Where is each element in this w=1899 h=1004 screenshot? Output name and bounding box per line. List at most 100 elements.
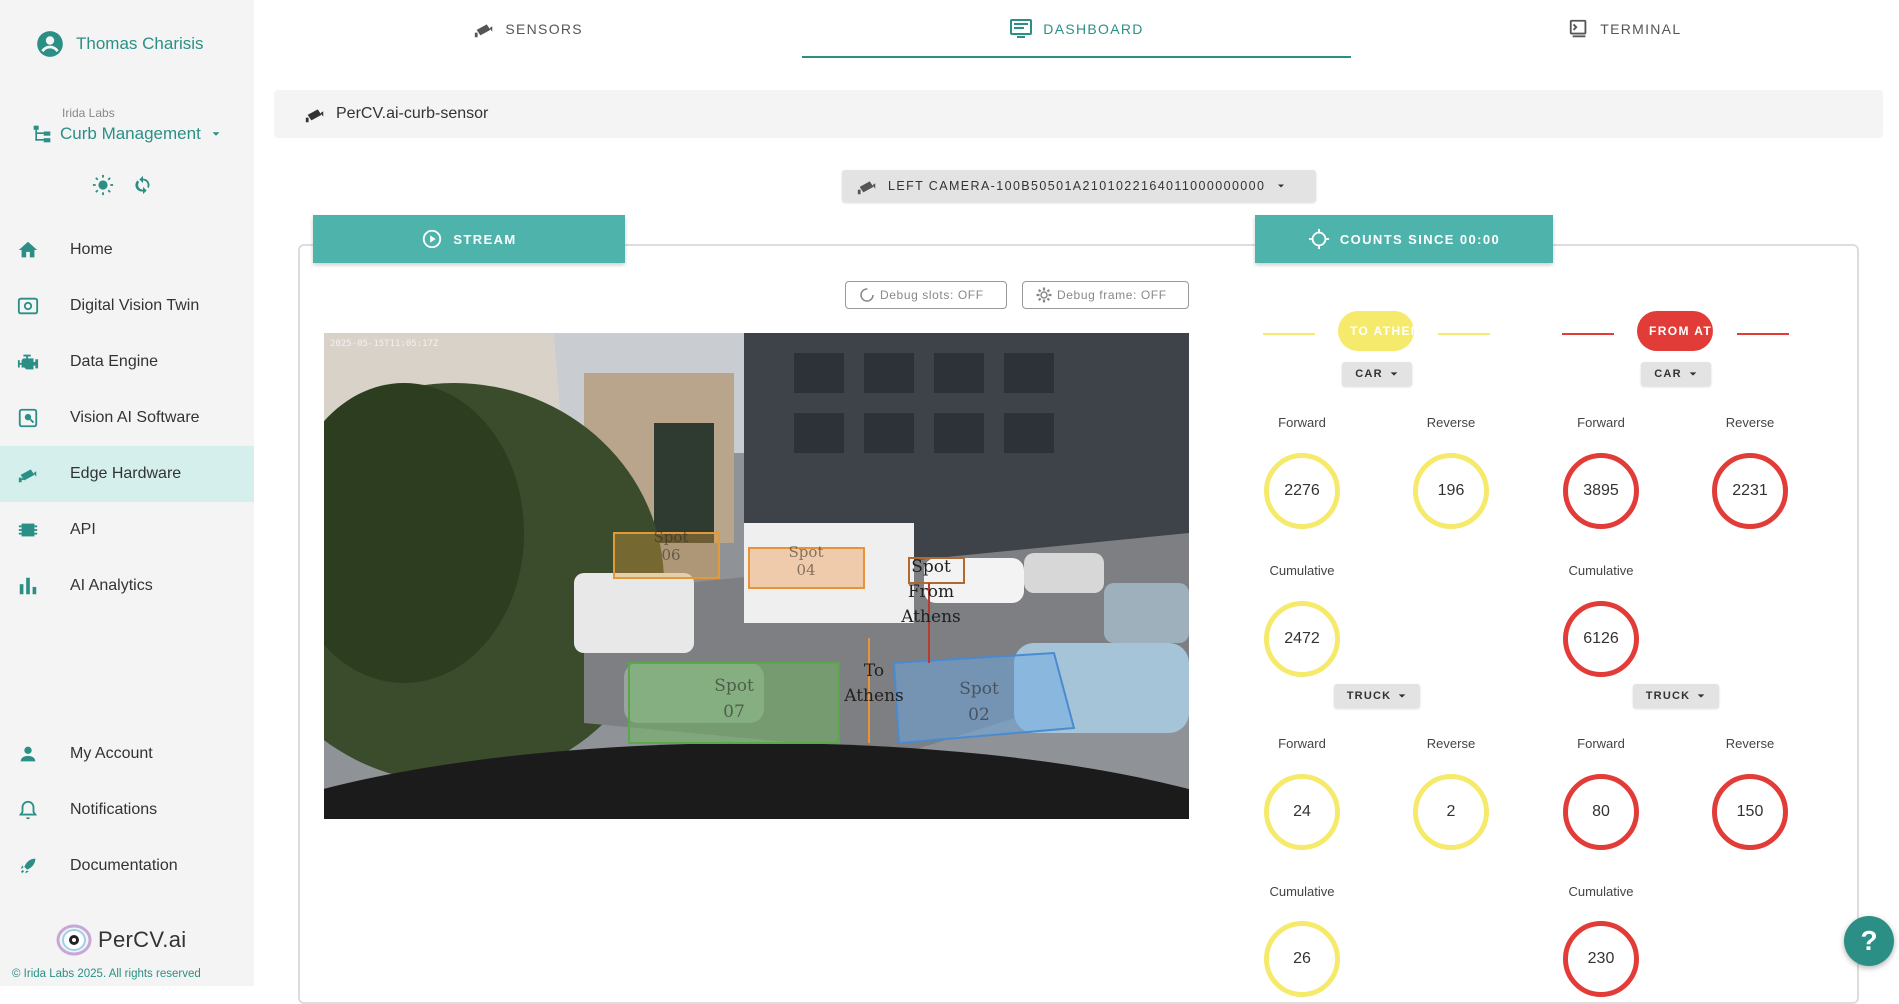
debug-frame-toggle[interactable]: Debug frame: OFF xyxy=(1022,281,1189,309)
org-tree-icon xyxy=(33,125,51,143)
account-circle-icon xyxy=(37,31,63,57)
org-label: Irida Labs xyxy=(62,106,115,120)
cctv-camera-icon xyxy=(857,181,876,195)
nav-item-digital-twin[interactable]: Digital Vision Twin xyxy=(0,278,254,334)
spot-04-label: Spot 04 xyxy=(788,543,824,579)
stream-timestamp: 2025-05-15T11:05:17Z xyxy=(330,339,439,349)
nav-item-home[interactable]: Home xyxy=(0,222,254,278)
nav-label: Notifications xyxy=(70,801,158,818)
cumulative-label: Cumulative xyxy=(1568,884,1634,899)
org-selector[interactable]: Curb Management xyxy=(32,124,223,144)
to-car-reverse-count: 196 xyxy=(1413,453,1489,529)
nav-label: Data Engine xyxy=(70,353,159,370)
from-truck-reverse-count: 150 xyxy=(1712,774,1788,850)
counts-button[interactable]: COUNTS SINCE 00:00 xyxy=(1255,215,1553,263)
nav-item-data-engine[interactable]: Data Engine xyxy=(0,334,254,390)
nav-item-notifications[interactable]: Notifications xyxy=(0,782,254,838)
reverse-label: Reverse xyxy=(1725,415,1775,430)
to-truck-reverse-count: 2 xyxy=(1413,774,1489,850)
bar-chart-icon xyxy=(19,577,37,595)
spot-07-label: Spot 07 xyxy=(714,676,754,722)
nav-label: Documentation xyxy=(70,857,178,874)
to-car-forward-count: 2276 xyxy=(1264,453,1340,529)
cctv-camera-icon xyxy=(305,109,324,123)
vision-ai-icon xyxy=(18,408,38,428)
nav-item-api[interactable]: API xyxy=(0,502,254,558)
to-line-left xyxy=(1263,333,1315,335)
from-car-cumulative-count: 6126 xyxy=(1563,601,1639,677)
spot-06-label: Spot 06 xyxy=(653,528,689,564)
debug-slots-toggle[interactable]: Debug slots: OFF xyxy=(845,281,1007,309)
to-truck-class-select[interactable]: TRUCK xyxy=(1334,684,1420,708)
help-button[interactable]: ? xyxy=(1844,916,1894,966)
copyright: © Irida Labs 2025. All rights reserved xyxy=(12,968,201,980)
from-truck-forward-count: 80 xyxy=(1563,774,1639,850)
nav-item-vision-ai[interactable]: Vision AI Software xyxy=(0,390,254,446)
sensor-name: PerCV.ai-curb-sensor xyxy=(336,105,489,122)
to-truck-forward-count: 24 xyxy=(1264,774,1340,850)
class-label: CAR xyxy=(1355,368,1383,380)
to-direction-pill: TO ATHENS xyxy=(1338,311,1414,351)
nav-label: Home xyxy=(70,241,113,258)
percv-eye-icon xyxy=(56,924,92,956)
from-line-right xyxy=(1737,333,1789,335)
home-icon xyxy=(18,241,38,258)
to-athens-label: To Athens xyxy=(844,661,904,706)
org-name: Curb Management xyxy=(60,124,201,143)
counts-button-label: COUNTS SINCE 00:00 xyxy=(1339,231,1501,247)
tab-sensors[interactable]: SENSORS xyxy=(254,0,802,58)
terminal-icon xyxy=(1570,19,1587,38)
cumulative-label: Cumulative xyxy=(1568,563,1634,578)
camera-stream: 2025-05-15T11:05:17Z Spot 06 Spot 04 Spo… xyxy=(324,333,1189,819)
tab-dashboard[interactable]: DASHBOARD xyxy=(802,0,1351,58)
theme-toggle-icon[interactable] xyxy=(92,174,114,196)
nav-label: API xyxy=(70,521,96,538)
reverse-label: Reverse xyxy=(1426,736,1476,751)
class-label: CAR xyxy=(1654,368,1682,380)
debug-slots-label: Debug slots: OFF xyxy=(880,288,984,302)
user-name: Thomas Charisis xyxy=(76,34,204,53)
chevron-down-icon xyxy=(1278,184,1285,188)
forward-label: Forward xyxy=(1278,415,1326,430)
cctv-camera-icon xyxy=(475,24,493,38)
user-profile[interactable]: Thomas Charisis xyxy=(36,30,204,58)
refresh-icon[interactable] xyxy=(132,174,154,196)
stream-button-label: STREAM xyxy=(453,231,517,247)
chevron-down-icon xyxy=(1398,694,1406,698)
digital-twin-icon xyxy=(17,297,39,315)
nav-label: My Account xyxy=(70,745,153,762)
forward-label: Forward xyxy=(1577,415,1625,430)
from-car-class-select[interactable]: CAR xyxy=(1641,362,1711,386)
reverse-label: Reverse xyxy=(1426,415,1476,430)
nav-item-edge-hardware[interactable]: Edge Hardware xyxy=(0,446,254,502)
camera-select[interactable]: LEFT CAMERA-100B50501A210102216401100000… xyxy=(842,170,1316,202)
nav-label: Edge Hardware xyxy=(70,465,182,482)
tab-terminal[interactable]: TERMINAL xyxy=(1351,0,1899,58)
stream-button[interactable]: STREAM xyxy=(313,215,625,263)
engine-icon xyxy=(17,354,39,370)
to-car-cumulative-count: 2472 xyxy=(1264,601,1340,677)
to-line-right xyxy=(1438,333,1490,335)
from-line-left xyxy=(1562,333,1614,335)
nav-label: Vision AI Software xyxy=(70,409,200,426)
from-truck-class-select[interactable]: TRUCK xyxy=(1633,684,1719,708)
stream-frame xyxy=(324,333,1189,819)
sensor-header: PerCV.ai-curb-sensor xyxy=(274,90,1883,138)
loading-circle-icon xyxy=(860,288,874,302)
camera-select-value: LEFT CAMERA-100B50501A210102216401100000… xyxy=(888,179,1266,193)
cumulative-label: Cumulative xyxy=(1269,563,1335,578)
nav-item-my-account[interactable]: My Account xyxy=(0,726,254,782)
gear-icon xyxy=(1036,287,1052,303)
nav-label: AI Analytics xyxy=(70,577,153,594)
tab-label: SENSORS xyxy=(505,21,583,37)
person-icon xyxy=(20,746,36,762)
chevron-down-icon xyxy=(1689,372,1697,376)
forward-label: Forward xyxy=(1577,736,1625,751)
cctv-camera-icon xyxy=(18,469,37,483)
play-circle-icon xyxy=(423,229,442,249)
nav-item-ai-analytics[interactable]: AI Analytics xyxy=(0,558,254,614)
nav-item-documentation[interactable]: Documentation xyxy=(0,838,254,894)
class-label: TRUCK xyxy=(1346,690,1392,702)
to-car-class-select[interactable]: CAR xyxy=(1342,362,1412,386)
sidebar: Thomas Charisis Irida Labs Curb Manageme… xyxy=(0,0,254,986)
